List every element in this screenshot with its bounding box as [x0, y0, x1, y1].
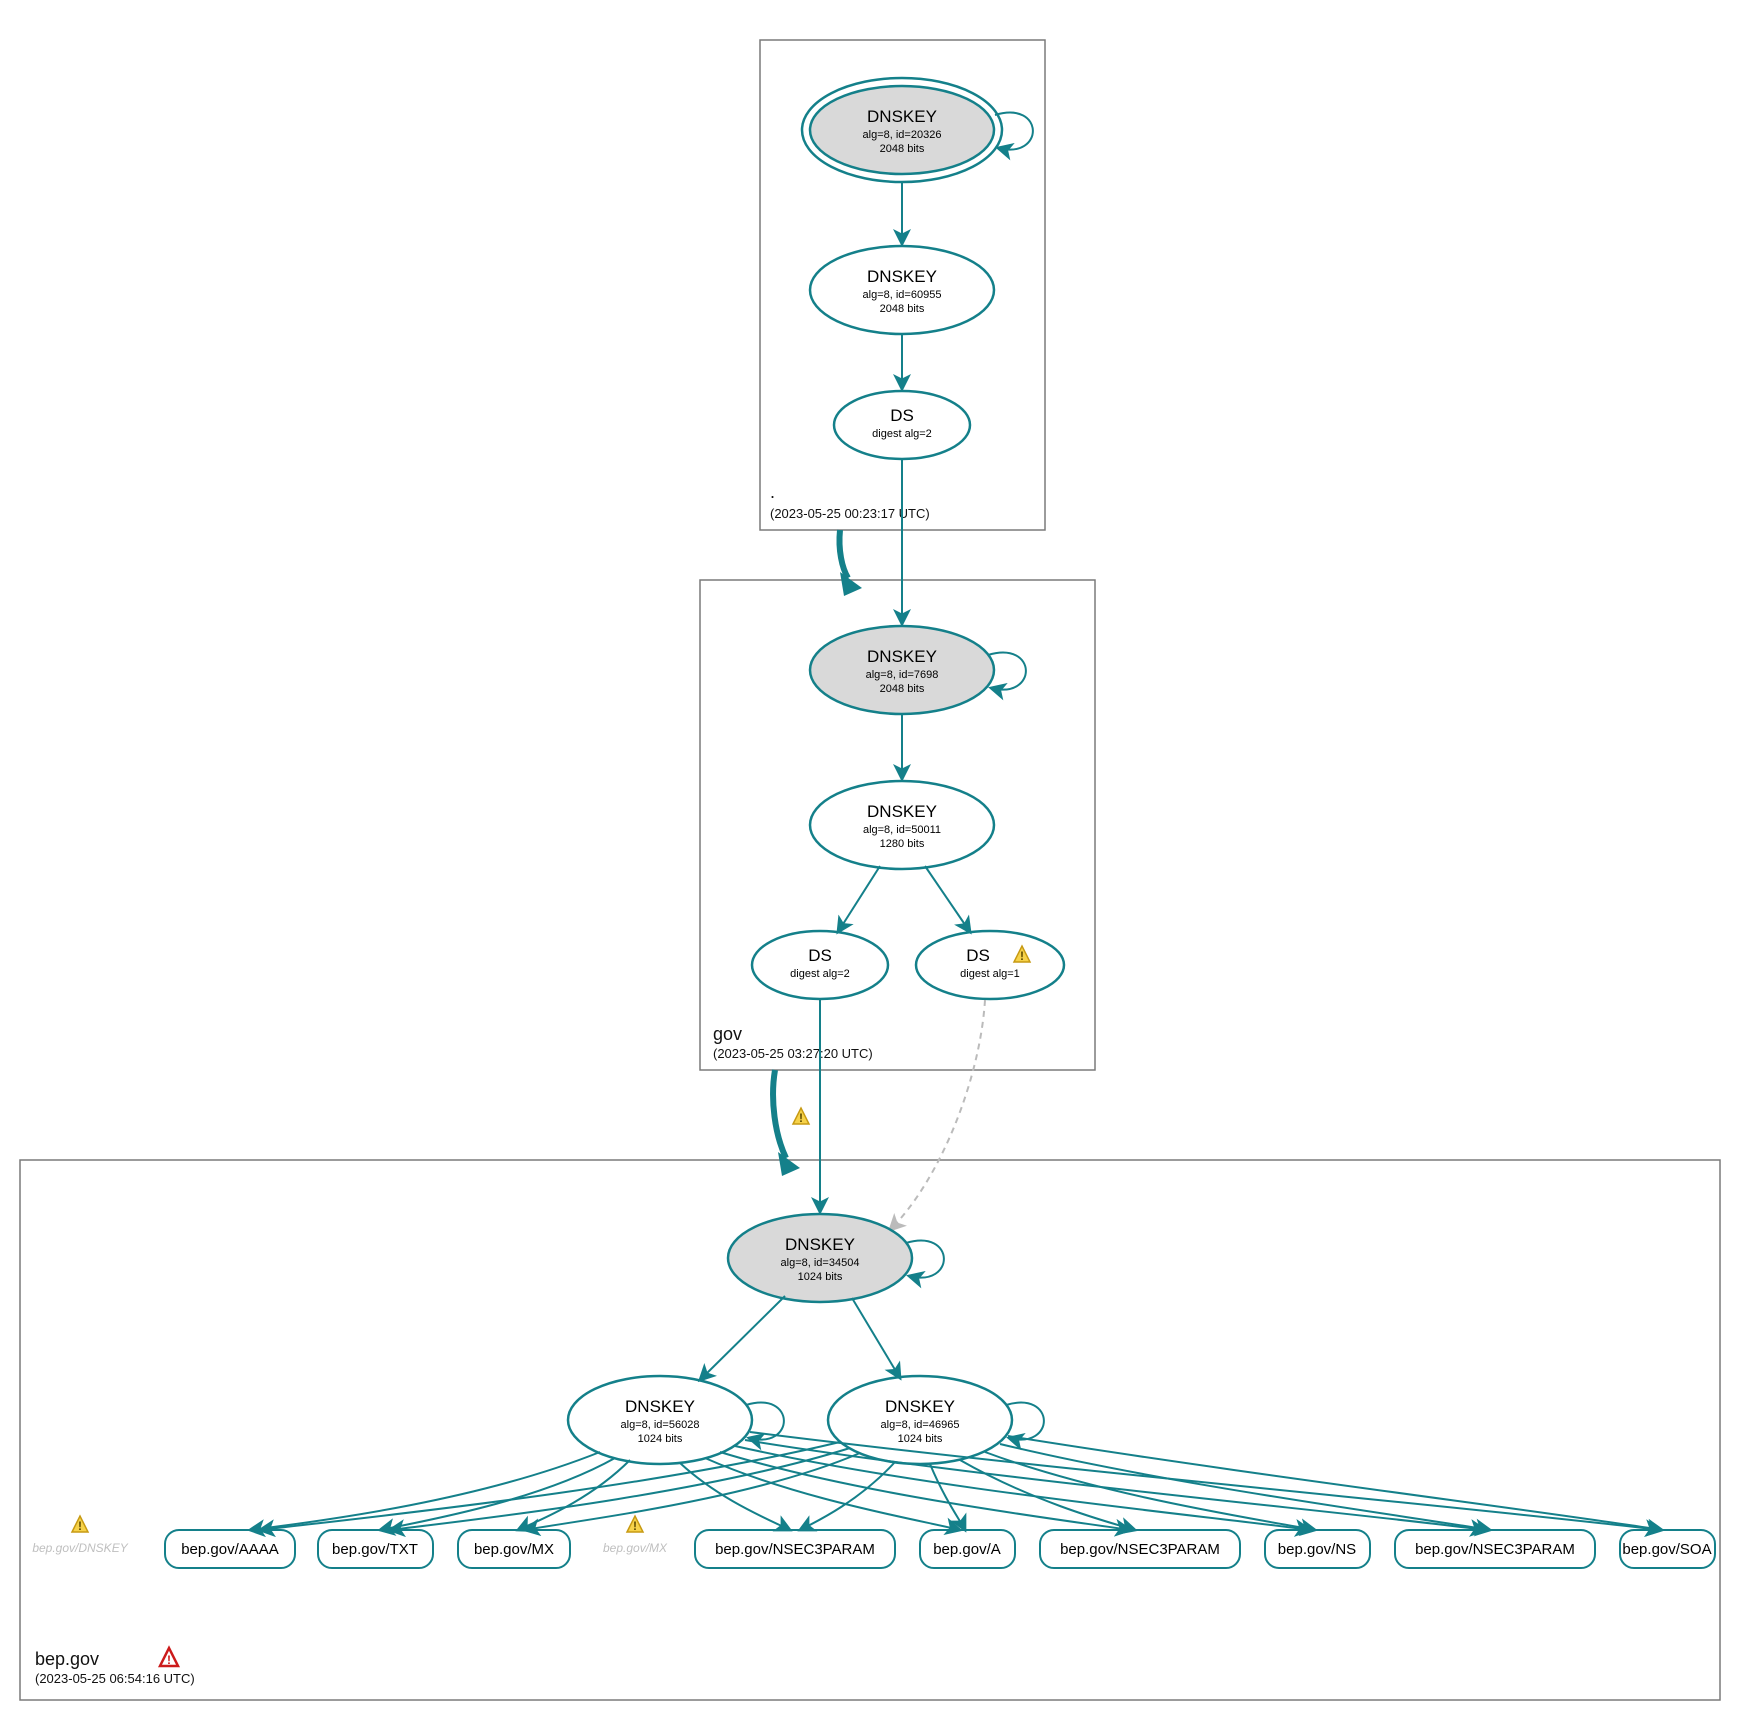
edge-delegate-root-gov — [839, 530, 848, 578]
svg-text:!: ! — [78, 1519, 82, 1533]
error-icon: ! — [160, 1648, 178, 1667]
warning-icon: ! — [793, 1108, 809, 1125]
node-root-ds[interactable]: DS digest alg=2 — [834, 391, 970, 459]
record-row: bep.gov/AAAA bep.gov/TXT bep.gov/MX bep.… — [165, 1530, 1715, 1568]
edge-bepksk-zsk2 — [852, 1298, 900, 1378]
edge-delegate-gov-bep — [773, 1070, 786, 1158]
rr-nsec3param-1[interactable]: bep.gov/NSEC3PARAM — [695, 1530, 895, 1568]
node-bep-zsk1[interactable]: DNSKEY alg=8, id=56028 1024 bits — [568, 1376, 752, 1464]
node-root-zsk[interactable]: DNSKEY alg=8, id=60955 2048 bits — [810, 246, 994, 334]
svg-text:bep.gov/MX: bep.gov/MX — [474, 1541, 554, 1558]
svg-text:DNSKEY: DNSKEY — [867, 802, 937, 821]
node-gov-ksk[interactable]: DNSKEY alg=8, id=7698 2048 bits — [810, 626, 994, 714]
node-bep-zsk2[interactable]: DNSKEY alg=8, id=46965 1024 bits — [828, 1376, 1012, 1464]
svg-text:digest alg=2: digest alg=2 — [790, 968, 850, 980]
svg-text:bep.gov/NSEC3PARAM: bep.gov/NSEC3PARAM — [1060, 1541, 1220, 1558]
rr-ns[interactable]: bep.gov/NS — [1265, 1530, 1370, 1568]
svg-text:bep.gov/NS: bep.gov/NS — [1278, 1541, 1356, 1558]
svg-text:DNSKEY: DNSKEY — [625, 1397, 695, 1416]
svg-text:alg=8, id=34504: alg=8, id=34504 — [781, 1257, 860, 1269]
svg-text:bep.gov/A: bep.gov/A — [933, 1541, 1001, 1558]
node-gov-ds2[interactable]: DS digest alg=1 — [916, 931, 1064, 999]
zone-root-label: . — [770, 482, 775, 502]
dnssec-diagram: . (2023-05-25 00:23:17 UTC) DNSKEY alg=8… — [0, 0, 1740, 1715]
rr-soa[interactable]: bep.gov/SOA — [1620, 1530, 1715, 1568]
rr-nsec3param-2[interactable]: bep.gov/NSEC3PARAM — [1040, 1530, 1240, 1568]
zone-bep-label: bep.gov — [35, 1649, 99, 1669]
rr-a[interactable]: bep.gov/A — [920, 1530, 1015, 1568]
svg-text:DNSKEY: DNSKEY — [867, 267, 937, 286]
svg-text:!: ! — [1020, 949, 1024, 963]
svg-text:1024 bits: 1024 bits — [798, 1271, 843, 1283]
ghost-dnskey: ! bep.gov/DNSKEY — [32, 1516, 128, 1555]
svg-text:alg=8, id=7698: alg=8, id=7698 — [866, 669, 939, 681]
svg-text:alg=8, id=46965: alg=8, id=46965 — [881, 1419, 960, 1431]
svg-text:2048 bits: 2048 bits — [880, 683, 925, 695]
svg-text:!: ! — [633, 1519, 637, 1533]
edge-bepksk-zsk1 — [700, 1296, 785, 1380]
rr-mx[interactable]: bep.gov/MX — [458, 1530, 570, 1568]
svg-text:DS: DS — [966, 946, 990, 965]
node-bep-ksk[interactable]: DNSKEY alg=8, id=34504 1024 bits — [728, 1214, 912, 1302]
svg-text:bep.gov/MX: bep.gov/MX — [603, 1541, 668, 1555]
node-gov-zsk[interactable]: DNSKEY alg=8, id=50011 1280 bits — [810, 781, 994, 869]
edge-govds2-bepksk — [890, 1000, 985, 1230]
svg-text:DS: DS — [890, 406, 914, 425]
svg-text:bep.gov/NSEC3PARAM: bep.gov/NSEC3PARAM — [1415, 1541, 1575, 1558]
svg-text:DNSKEY: DNSKEY — [867, 107, 937, 126]
svg-text:DS: DS — [808, 946, 832, 965]
rr-nsec3param-3[interactable]: bep.gov/NSEC3PARAM — [1395, 1530, 1595, 1568]
zone-root-timestamp: (2023-05-25 00:23:17 UTC) — [770, 506, 930, 521]
node-gov-ds1[interactable]: DS digest alg=2 — [752, 931, 888, 999]
svg-text:digest alg=1: digest alg=1 — [960, 968, 1020, 980]
rr-aaaa[interactable]: bep.gov/AAAA — [165, 1530, 295, 1568]
svg-text:alg=8, id=50011: alg=8, id=50011 — [863, 824, 941, 836]
zone-bep-timestamp: (2023-05-25 06:54:16 UTC) — [35, 1671, 195, 1686]
svg-text:digest alg=2: digest alg=2 — [872, 428, 932, 440]
zone-gov-timestamp: (2023-05-25 03:27:20 UTC) — [713, 1046, 873, 1061]
svg-text:1024 bits: 1024 bits — [898, 1433, 943, 1445]
ghost-mx: ! bep.gov/MX — [603, 1516, 668, 1555]
svg-text:DNSKEY: DNSKEY — [785, 1235, 855, 1254]
svg-text:bep.gov/TXT: bep.gov/TXT — [332, 1541, 418, 1558]
svg-text:1024 bits: 1024 bits — [638, 1433, 683, 1445]
svg-text:bep.gov/AAAA: bep.gov/AAAA — [181, 1541, 279, 1558]
rr-txt[interactable]: bep.gov/TXT — [318, 1530, 433, 1568]
svg-text:alg=8, id=60955: alg=8, id=60955 — [863, 289, 942, 301]
svg-text:2048 bits: 2048 bits — [880, 303, 925, 315]
svg-text:bep.gov/DNSKEY: bep.gov/DNSKEY — [32, 1541, 128, 1555]
edge-govzsk-govds1 — [838, 866, 880, 932]
svg-text:2048 bits: 2048 bits — [880, 143, 925, 155]
svg-text:DNSKEY: DNSKEY — [867, 647, 937, 666]
zone-gov-label: gov — [713, 1024, 742, 1044]
svg-text:1280 bits: 1280 bits — [880, 838, 925, 850]
svg-text:DNSKEY: DNSKEY — [885, 1397, 955, 1416]
svg-text:bep.gov/SOA: bep.gov/SOA — [1622, 1541, 1711, 1558]
svg-text:!: ! — [167, 1653, 171, 1667]
svg-text:!: ! — [799, 1111, 803, 1125]
edge-govzsk-govds2 — [925, 866, 970, 932]
svg-text:alg=8, id=20326: alg=8, id=20326 — [863, 129, 942, 141]
svg-text:alg=8, id=56028: alg=8, id=56028 — [621, 1419, 700, 1431]
node-root-ksk[interactable]: DNSKEY alg=8, id=20326 2048 bits — [802, 78, 1002, 182]
svg-text:bep.gov/NSEC3PARAM: bep.gov/NSEC3PARAM — [715, 1541, 875, 1558]
